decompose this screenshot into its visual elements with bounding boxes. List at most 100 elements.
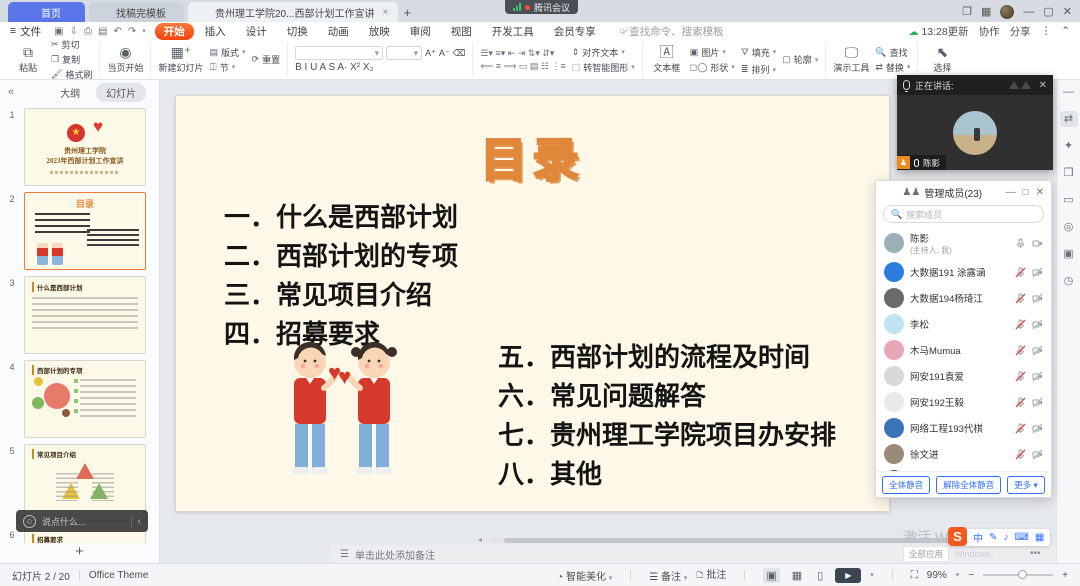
member-search-input[interactable]: 🔍 搜索成员 — [883, 205, 1044, 223]
chat-input-placeholder[interactable]: 说点什么... — [42, 515, 125, 528]
member-row[interactable]: 网络工程193代棋 — [876, 415, 1051, 441]
more-commands-icon[interactable]: ▾ — [139, 27, 149, 35]
ribbon-tab[interactable]: 插入 — [196, 23, 235, 40]
font-family-select[interactable]: ▾ — [295, 46, 383, 60]
ribbon-tab[interactable]: 切换 — [278, 23, 317, 40]
cloud-sync-status[interactable]: ☁ 13:28更新 — [908, 24, 968, 39]
new-tab-button[interactable]: + — [398, 4, 416, 22]
hscroll-left-arrow[interactable]: ◂ — [478, 535, 482, 544]
to-smartart-button[interactable]: ⬚转智能图形▾ — [572, 61, 635, 74]
notes-toggle-button[interactable]: ☰ 备注 ▾ — [649, 568, 687, 583]
zoom-level[interactable]: 99% — [927, 570, 947, 581]
slide-thumbnail-row[interactable]: 2 ★♥ 目录 目录 — [0, 192, 159, 270]
ribbon-tab[interactable]: 开发工具 — [483, 23, 543, 40]
slide-canvas[interactable]: 目录 一．什么是西部计划 二．西部计划的专项 三．常见项目介绍 四．招募要求 五… — [175, 95, 890, 512]
member-mic-icon[interactable] — [1015, 293, 1026, 304]
collapse-ribbon-icon[interactable]: ⌃ — [1061, 25, 1070, 37]
slide-layout-button[interactable]: ▤版式▾ — [209, 46, 245, 59]
more-menu-icon[interactable]: ⋮ — [1041, 25, 1052, 37]
member-camera-icon[interactable] — [1032, 371, 1043, 382]
member-row[interactable]: 李松 — [876, 311, 1051, 337]
align-buttons[interactable]: ⟸ ≡ ⟹ ▭ ▤ ☷ ⋮≡ — [480, 61, 565, 72]
ime-pen-icon[interactable]: ✎ — [989, 532, 997, 543]
slide-thumbnail[interactable]: ★♥ 什么是西部计划 什么是西部计划 什么是西部计划 — [24, 276, 146, 354]
collaborate-button[interactable]: 协作 — [979, 24, 1000, 39]
slide-sorter-view-icon[interactable]: ▦ — [789, 568, 805, 583]
ime-lang-icon[interactable]: 中 — [973, 530, 983, 545]
record-icon[interactable]: ◎ — [1060, 219, 1078, 235]
zoom-slider-knob[interactable] — [1018, 570, 1027, 579]
emoji-icon[interactable]: ☺ — [23, 515, 36, 528]
member-row[interactable]: 网安192王毅 — [876, 389, 1051, 415]
ribbon-tab[interactable]: 视图 — [442, 23, 481, 40]
speaker-video-tile[interactable]: ♟ 陈影 — [897, 95, 1053, 170]
panel-tab[interactable]: 幻灯片 — [96, 83, 146, 102]
minimize-button[interactable]: — — [1023, 7, 1034, 18]
slide-title[interactable]: 目录 — [176, 124, 889, 190]
members-footer-button[interactable]: 更多 ▾ — [1007, 476, 1045, 494]
add-slide-button[interactable]: + — [0, 543, 159, 563]
maximize-button[interactable]: ▢ — [1043, 7, 1053, 18]
member-camera-icon[interactable] — [1032, 319, 1043, 330]
members-maximize-icon[interactable]: □ — [1023, 187, 1029, 198]
slide-thumbnail[interactable]: ★♥ 目录 目录 目录 — [24, 192, 146, 270]
member-camera-icon[interactable] — [1032, 293, 1043, 304]
meeting-floating-bar[interactable]: 腾讯会议 — [505, 0, 578, 14]
redo-icon[interactable]: ↷ — [125, 26, 139, 37]
slide-thumbnail-row[interactable]: 4 ★♥ 西部计划的专项 西部计划的专项 — [0, 360, 159, 438]
window-tab[interactable]: 找稿完模板 — [89, 2, 184, 22]
member-mic-icon[interactable] — [1015, 267, 1026, 278]
member-row[interactable]: 木马Mumua — [876, 337, 1051, 363]
textbox-button[interactable]: 🄰 文本框 — [650, 45, 684, 74]
smart-beautify-button[interactable]: ◔ 智能美化 ▾ — [557, 568, 612, 583]
member-row[interactable]: 大数据194杨琦江 — [876, 285, 1051, 311]
play-options-icon[interactable]: ▾ — [870, 571, 874, 579]
beautify-wand-icon[interactable]: ✦ — [1060, 138, 1078, 154]
ribbon-tab[interactable]: 设计 — [237, 23, 276, 40]
members-footer-button[interactable]: 全体静音 — [882, 476, 930, 494]
member-camera-icon[interactable] — [1032, 267, 1043, 278]
paste-button[interactable]: ⧉ 粘贴 — [11, 45, 45, 74]
collapse-panel-icon[interactable]: « — [8, 86, 14, 98]
ime-grid-icon[interactable]: ▦ — [1035, 532, 1044, 543]
user-avatar[interactable] — [1000, 5, 1014, 19]
member-mic-icon[interactable] — [1015, 319, 1026, 330]
increase-font-icon[interactable]: A⁺ — [425, 46, 436, 60]
collapse-chat-icon[interactable]: ‹ — [131, 516, 141, 527]
tab-close-icon[interactable]: × — [382, 7, 388, 18]
find-button[interactable]: 🔍查找 — [875, 46, 910, 59]
ime-mic-icon[interactable]: ♪ — [1003, 532, 1008, 543]
toc-item[interactable]: 三．常见项目介绍 — [224, 276, 458, 315]
toc-item[interactable]: 六．常见问题解答 — [498, 377, 836, 416]
undo-icon[interactable]: ↶ — [110, 26, 124, 37]
normal-view-icon[interactable]: ▣ — [763, 568, 779, 583]
member-mic-icon[interactable] — [1015, 345, 1026, 356]
panel-tab[interactable]: 大纲 — [50, 83, 90, 102]
duplicate-pages-icon[interactable]: ❒ — [1060, 165, 1078, 181]
fill-button[interactable]: 🜄填充▾ — [741, 43, 776, 61]
member-row[interactable]: 大数据191 涂露涵 — [876, 259, 1051, 285]
member-camera-icon[interactable] — [1032, 423, 1043, 434]
cut-button[interactable]: ✂剪切 — [51, 38, 92, 51]
picture-button[interactable]: ▣图片▾ — [690, 46, 735, 59]
member-mic-icon[interactable] — [1015, 371, 1026, 382]
outline-button[interactable]: ▢轮廓▾ — [782, 53, 818, 66]
split-view-icon[interactable]: ❒ — [962, 7, 972, 18]
shape-button[interactable]: ◻◯形状▾ — [690, 61, 735, 74]
toc-item[interactable]: 七．贵州理工学院项目办安排 — [498, 416, 836, 455]
bullet-numbering-buttons[interactable]: ☰▾ ≡▾ ⇤ ⇥ ⇅▾ ⇵▾ — [480, 48, 565, 59]
properties-sliders-icon[interactable]: ⇄ — [1060, 111, 1078, 127]
ribbon-tab[interactable]: 审阅 — [401, 23, 440, 40]
member-row[interactable]: 徐文进 — [876, 441, 1051, 467]
sogou-logo-icon[interactable]: S — [948, 527, 967, 546]
play-from-current-button[interactable]: ◉ 当页开始 — [107, 45, 143, 74]
slide-thumbnail-row[interactable]: 3 ★♥ 什么是西部计划 什么是西部计划 — [0, 276, 159, 354]
meeting-video-panel[interactable]: 正在讲话: ✕ ♟ 陈影 — [897, 75, 1053, 170]
member-camera-icon[interactable] — [1032, 397, 1043, 408]
arrange-button[interactable]: ≣排列▾ — [741, 63, 776, 76]
close-video-panel-icon[interactable]: ✕ — [1039, 80, 1047, 91]
theme-name[interactable]: Office Theme — [89, 570, 149, 581]
window-tab[interactable]: 首页 — [8, 2, 85, 22]
slide-thumbnail-row[interactable]: 1 ★♥ 贵州理工学院 2023年西部计划工作宣讲 贵州理工学院 — [0, 108, 159, 186]
ribbon-tab[interactable]: 开始 — [155, 23, 194, 40]
